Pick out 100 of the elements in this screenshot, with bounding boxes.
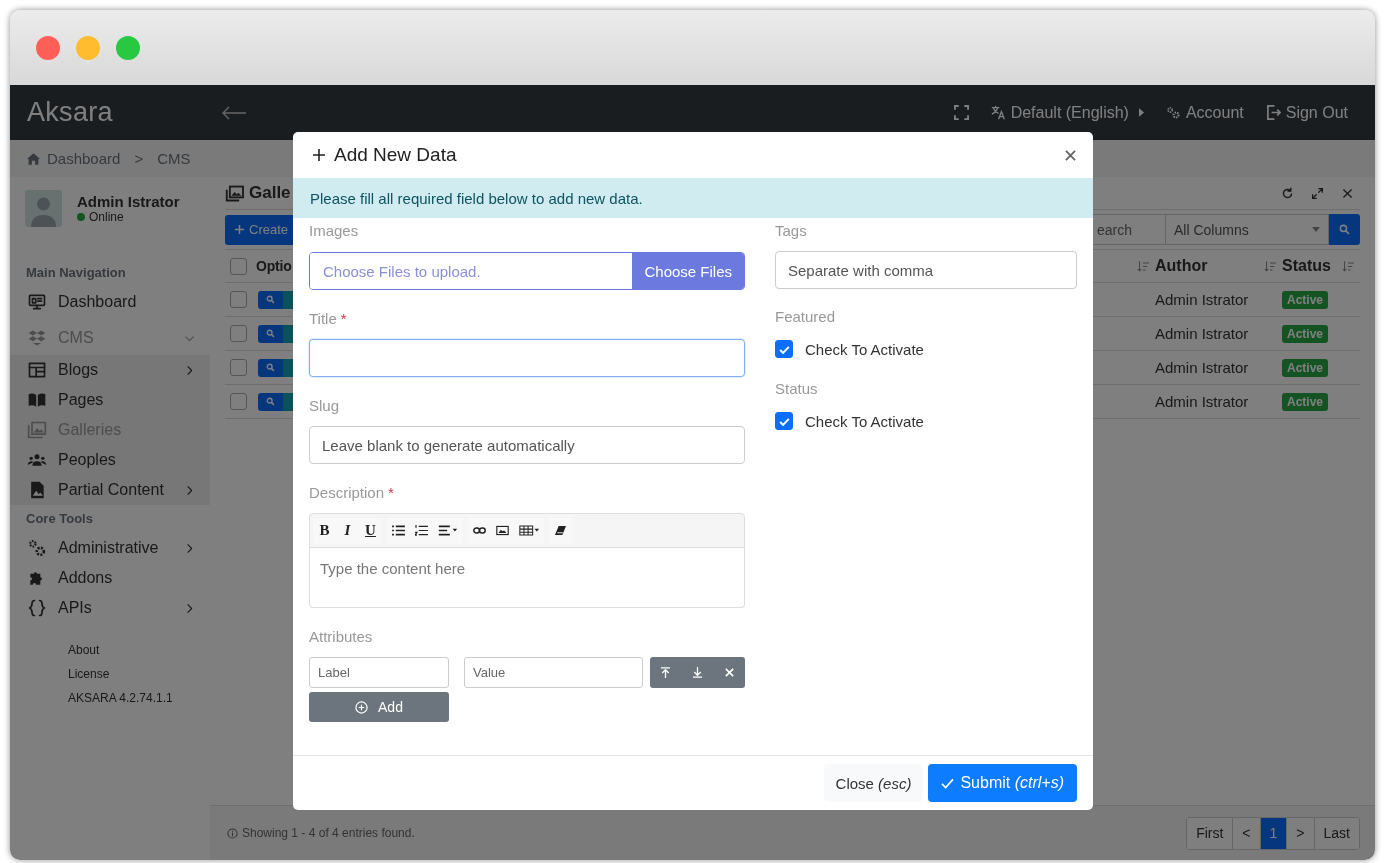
close-button[interactable]: Close (esc): [823, 764, 924, 802]
nav-item[interactable]: Addons: [10, 563, 210, 593]
footer-link[interactable]: AKSARA 4.2.74.1.1: [68, 686, 210, 710]
remove-button[interactable]: [713, 657, 745, 688]
attribute-value-field[interactable]: Value: [464, 657, 643, 688]
column-header[interactable]: Optio: [256, 258, 292, 274]
status-badge: Active: [1282, 392, 1329, 411]
row-checkbox[interactable]: [230, 291, 247, 308]
breadcrumb-link[interactable]: Dashboard: [47, 150, 121, 167]
column-header[interactable]: Status: [1282, 257, 1331, 275]
submit-button[interactable]: Submit (ctrl+s): [928, 764, 1077, 802]
format-button[interactable]: B: [313, 517, 336, 544]
search-icon: [1339, 224, 1350, 235]
field-label: Attributes: [309, 627, 374, 647]
footer-link[interactable]: License: [68, 662, 210, 686]
breadcrumb-link[interactable]: CMS: [157, 150, 191, 167]
nav-item[interactable]: Peoples: [10, 445, 210, 475]
info-icon: [227, 827, 238, 839]
checkbox-label[interactable]: Check To Activate: [805, 412, 924, 430]
sort-icon[interactable]: [1137, 260, 1149, 272]
expand-icon[interactable]: [1311, 186, 1324, 200]
plus-icon: [234, 224, 245, 235]
row-checkbox[interactable]: [230, 325, 247, 342]
language-menu[interactable]: Default (English): [990, 103, 1144, 122]
footer-link[interactable]: About: [68, 638, 210, 662]
eraser-icon: [554, 525, 567, 536]
images-icon: [225, 184, 244, 202]
picture-icon: [496, 525, 509, 536]
account-link[interactable]: Account: [1165, 103, 1244, 122]
refresh-icon[interactable]: [1281, 186, 1294, 200]
file-upload-field[interactable]: Choose Files to upload. Choose Files: [309, 252, 745, 290]
brand-logo[interactable]: Aksara: [27, 97, 113, 128]
close-window-button[interactable]: [36, 35, 60, 60]
view-button[interactable]: [258, 324, 283, 343]
pagination-button[interactable]: First: [1187, 817, 1233, 849]
required-mark: *: [340, 309, 347, 329]
edit-button[interactable]: [283, 358, 293, 377]
title-field[interactable]: [309, 339, 745, 377]
section-title: Main Navigation: [25, 264, 127, 282]
bullet-list-icon: [392, 525, 405, 536]
boxes-icon: [27, 328, 47, 348]
pagination-button[interactable]: <: [1232, 817, 1260, 849]
sort-icon[interactable]: [1264, 260, 1276, 272]
pagination-button[interactable]: Last: [1313, 817, 1359, 849]
edit-button[interactable]: [283, 324, 293, 343]
sort-icon[interactable]: [1342, 260, 1354, 272]
plus-icon: [312, 148, 326, 162]
activate-checkbox[interactable]: [775, 412, 793, 430]
nav-item[interactable]: Partial Content: [10, 475, 210, 505]
table-icon: [518, 525, 540, 536]
nav-item[interactable]: Administrative: [10, 533, 210, 563]
content-field[interactable]: Type the content here: [309, 548, 745, 608]
zoom-window-button[interactable]: [116, 35, 140, 60]
status-badge: Active: [1282, 324, 1329, 343]
nav-item[interactable]: APIs: [10, 593, 210, 623]
align-left-icon: [437, 525, 459, 536]
checkbox-label[interactable]: Check To Activate: [805, 340, 924, 358]
view-button[interactable]: [258, 290, 283, 309]
sign-out-link[interactable]: Sign Out: [1265, 103, 1348, 122]
author-cell: Admin Istrator: [1155, 325, 1249, 342]
field-label: Images: [309, 221, 360, 241]
braces-icon: [27, 598, 47, 618]
row-checkbox[interactable]: [230, 359, 247, 376]
attribute-label-field[interactable]: Label: [309, 657, 449, 688]
fullscreen-icon[interactable]: [953, 105, 969, 120]
author-cell: Admin Istrator: [1155, 291, 1249, 308]
select-all-checkbox[interactable]: [230, 257, 247, 275]
choose-files-button[interactable]: Choose Files: [632, 253, 744, 289]
view-button[interactable]: [258, 358, 283, 377]
edit-button[interactable]: [283, 392, 293, 411]
activate-checkbox[interactable]: [775, 340, 793, 358]
info-alert: Please fill all required field below to add new data.: [293, 178, 1093, 218]
pagination-button[interactable]: >: [1286, 817, 1314, 849]
back-arrow-icon[interactable]: [220, 105, 247, 120]
field-label: Tags: [775, 221, 808, 241]
close-icon[interactable]: [1341, 186, 1354, 200]
search-icon: [266, 397, 275, 406]
pagination-button[interactable]: 1: [1259, 817, 1287, 849]
search-icon: [266, 295, 275, 304]
nav-item[interactable]: Pages: [10, 385, 210, 415]
page-title: Galle: [249, 183, 291, 203]
column-select[interactable]: All Columns: [1166, 214, 1329, 245]
move-top-button[interactable]: [650, 657, 682, 688]
edit-button[interactable]: [283, 290, 293, 309]
table-icon: [27, 360, 47, 380]
nav-item[interactable]: Blogs: [10, 355, 210, 385]
column-header[interactable]: Author: [1155, 257, 1208, 275]
avatar-silhouette: [25, 189, 62, 227]
slug-field[interactable]: Leave blank to generate automatically: [309, 426, 745, 464]
tags-field[interactable]: Separate with comma: [775, 251, 1077, 289]
format-button[interactable]: U: [359, 517, 382, 544]
nav-item[interactable]: Dashboard: [10, 287, 210, 317]
add-attribute-button[interactable]: Add: [309, 692, 449, 722]
format-button[interactable]: I: [336, 517, 359, 544]
close-icon[interactable]: [1065, 149, 1076, 161]
images-icon: [27, 420, 47, 440]
view-button[interactable]: [258, 392, 283, 411]
gears-icon: [1165, 105, 1181, 120]
search-button[interactable]: [1329, 214, 1360, 245]
row-checkbox[interactable]: [230, 393, 247, 410]
